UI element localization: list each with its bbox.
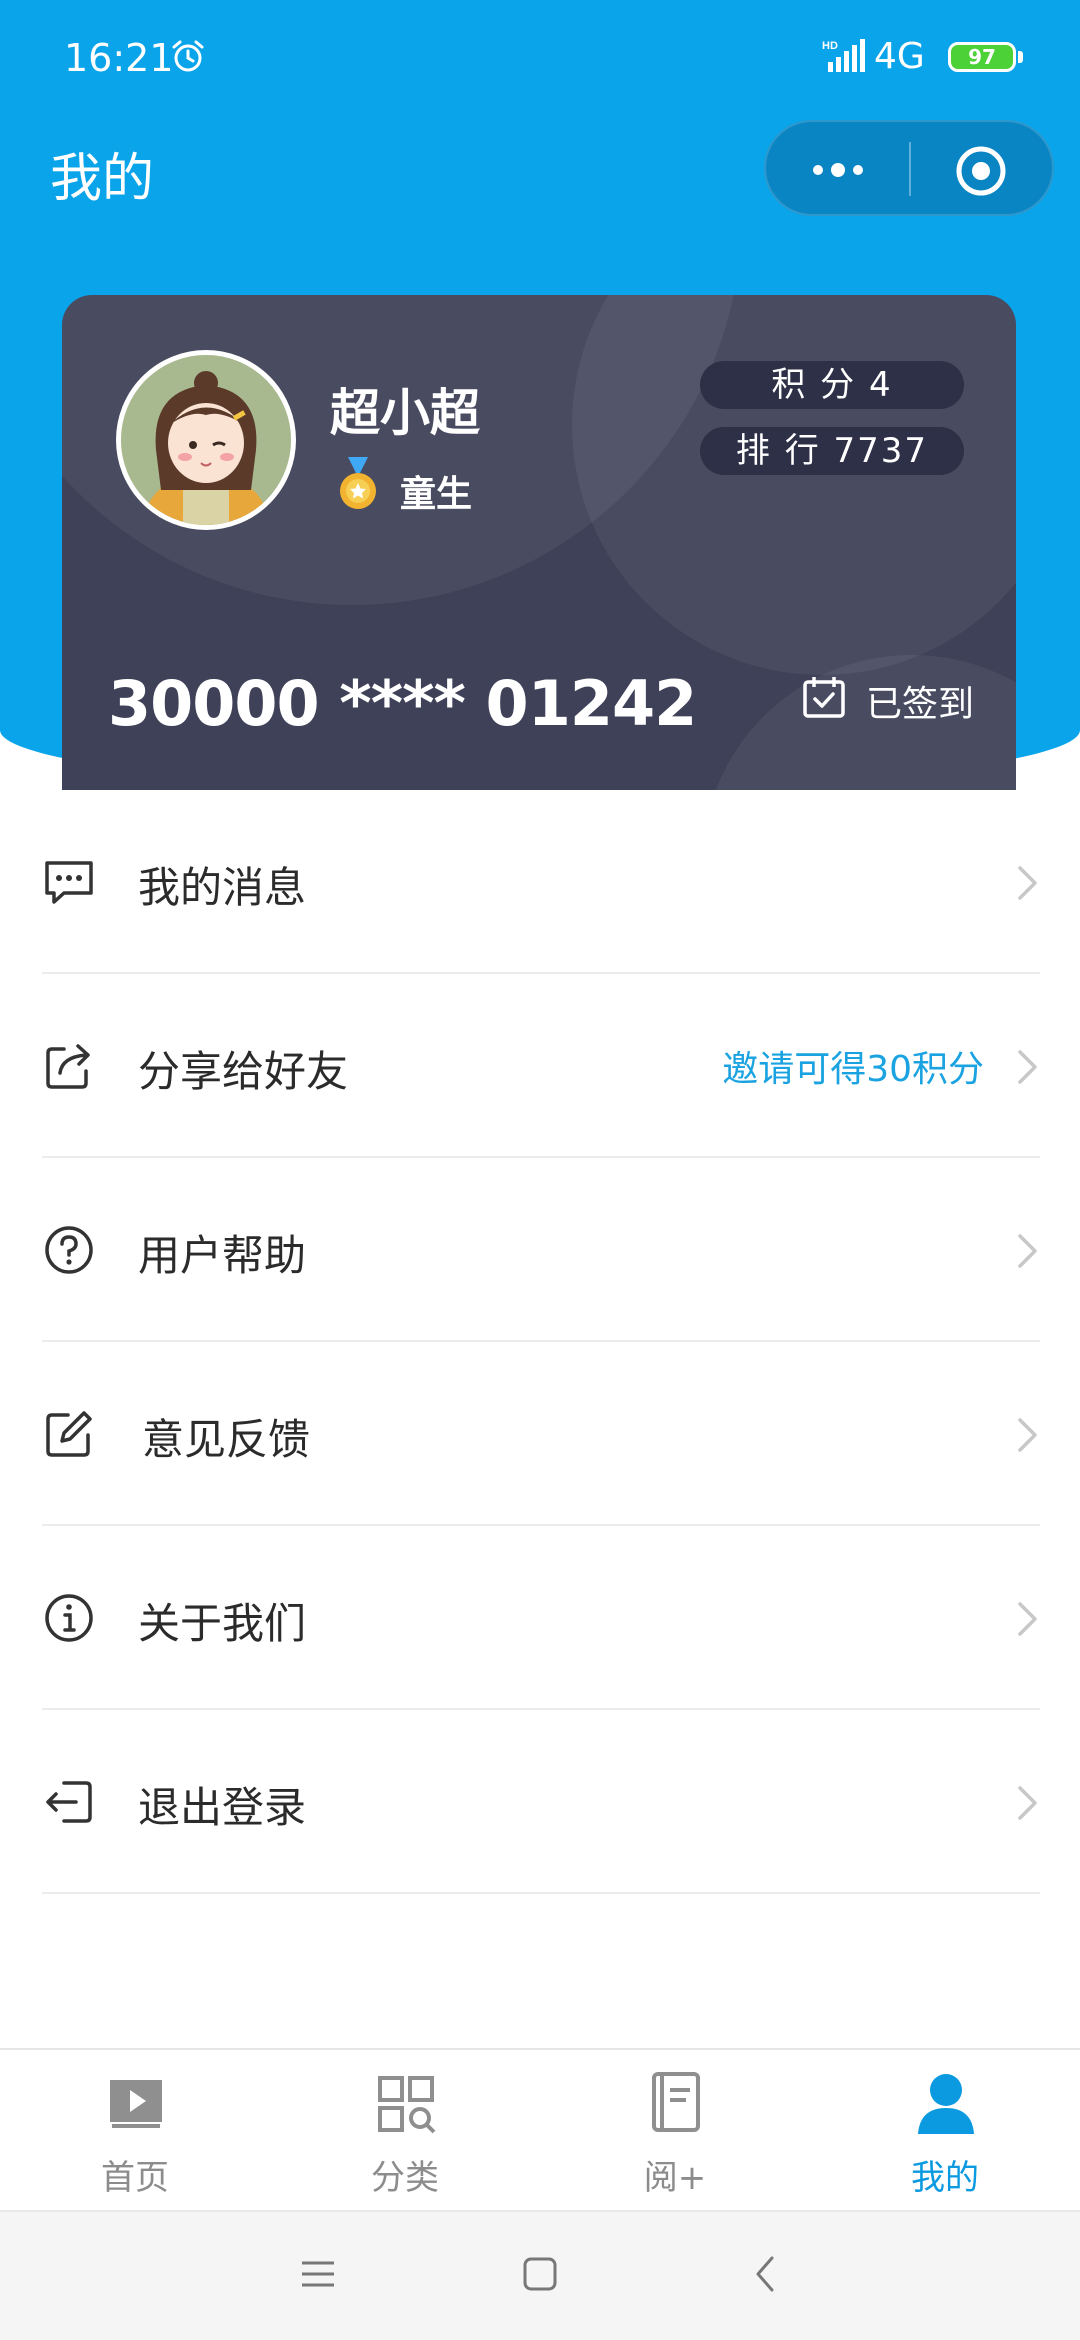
user-icon (918, 2074, 974, 2134)
menu-item-messages[interactable]: 我的消息 (0, 790, 1080, 974)
tab-home[interactable]: 首页 (0, 2050, 270, 2212)
menu-item-label: 退出登录 (138, 1783, 307, 1832)
info-icon (45, 1594, 93, 1642)
battery-level: 97 (968, 45, 996, 69)
miniapp-capsule (764, 120, 1054, 216)
menu-list: 我的消息 分享给好友 邀请可得30积分 用户帮助 意见反馈 关于我们 退出登录 (0, 790, 1080, 1894)
tab-label: 首页 (101, 2158, 169, 2198)
alarm-icon (172, 40, 204, 72)
menu-item-label: 用户帮助 (138, 1231, 307, 1280)
signal-icon: HD (822, 39, 865, 72)
menu-item-label: 意见反馈 (142, 1415, 311, 1464)
chevron-right-icon (1018, 866, 1037, 900)
close-miniapp-icon[interactable] (954, 144, 1008, 198)
tab-read-plus[interactable]: 阅+ (540, 2050, 810, 2212)
menu-item-share[interactable]: 分享给好友 邀请可得30积分 (0, 974, 1080, 1158)
avatar[interactable] (116, 350, 296, 530)
logout-icon (46, 1781, 92, 1823)
chevron-right-icon (1018, 1234, 1037, 1268)
battery-indicator: 97 (948, 42, 1016, 72)
menu-icon[interactable] (298, 2254, 338, 2294)
card-decoration (572, 295, 1016, 675)
message-icon (45, 861, 93, 904)
status-time: 16:21 (64, 36, 174, 80)
menu-item-feedback[interactable]: 意见反馈 (0, 1342, 1080, 1526)
capsule-divider (909, 142, 911, 196)
share-icon (46, 1044, 90, 1089)
tab-label: 阅+ (643, 2158, 707, 2198)
chevron-right-icon (1018, 1050, 1037, 1084)
avatar-illustration (121, 355, 291, 525)
tab-label: 分类 (371, 2158, 439, 2198)
feedback-icon (46, 1411, 92, 1457)
member-card: 超小超 童生 积 分 4 排 行 7737 30000 **** 01242 已… (62, 295, 1016, 790)
play-book-icon (110, 2080, 162, 2128)
signin-status[interactable]: 已签到 (866, 675, 974, 727)
menu-item-label: 分享给好友 (138, 1047, 349, 1096)
member-number: 30000 **** 01242 (108, 667, 697, 740)
battery-tip (1018, 51, 1023, 63)
profile-page: 16:21 HD 4G 97 我的 超小超 童生 积 分 4 排 行 7737 … (0, 0, 1080, 2340)
back-icon[interactable] (746, 2254, 786, 2294)
rank-badge[interactable]: 排 行 7737 (700, 427, 964, 475)
page-title: 我的 (50, 149, 155, 209)
tab-label: 我的 (911, 2158, 979, 2198)
user-level: 童生 (400, 474, 473, 515)
document-icon (652, 2072, 700, 2132)
category-grid-icon (378, 2076, 436, 2134)
system-navigation-bar (0, 2210, 1080, 2340)
chevron-right-icon (1018, 1418, 1037, 1452)
menu-item-help[interactable]: 用户帮助 (0, 1158, 1080, 1342)
menu-item-logout[interactable]: 退出登录 (0, 1710, 1080, 1894)
chevron-right-icon (1018, 1602, 1037, 1636)
chevron-right-icon (1018, 1786, 1037, 1820)
svg-text:HD: HD (822, 40, 838, 52)
more-icon[interactable] (806, 152, 870, 188)
medal-icon (340, 457, 376, 509)
help-icon (45, 1226, 93, 1274)
bottom-tab-bar: 首页 分类 阅+ 我的 (0, 2048, 1080, 2210)
network-type: 4G (874, 36, 925, 77)
menu-item-about[interactable]: 关于我们 (0, 1526, 1080, 1710)
tab-mine[interactable]: 我的 (810, 2050, 1080, 2212)
menu-item-label: 我的消息 (138, 863, 307, 912)
home-icon[interactable] (520, 2254, 560, 2294)
divider (42, 1892, 1040, 1894)
points-badge[interactable]: 积 分 4 (700, 361, 964, 409)
invite-reward-text: 邀请可得30积分 (722, 1049, 984, 1090)
calendar-check-icon (803, 677, 845, 718)
status-bar: 16:21 HD 4G 97 (0, 0, 1080, 110)
menu-item-label: 关于我们 (138, 1599, 307, 1648)
user-name: 超小超 (330, 384, 480, 442)
tab-category[interactable]: 分类 (270, 2050, 540, 2212)
